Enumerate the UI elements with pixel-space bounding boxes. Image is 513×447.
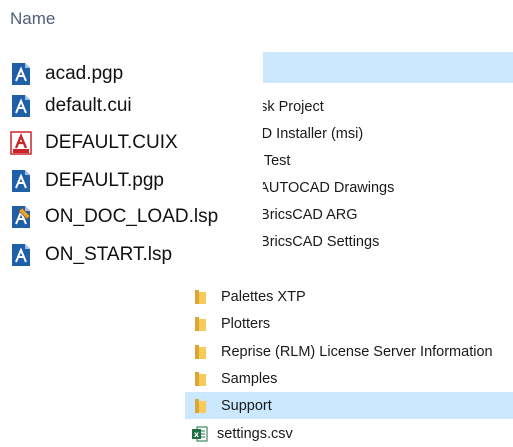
file-row-default-cui[interactable]: default.cui [10,90,132,122]
lisp-file-icon [12,206,31,228]
file-label: default.cui [45,95,132,116]
folder-label: Plotters [221,315,271,332]
list-item[interactable]: : BricsCAD Settings [252,230,379,254]
excel-file-icon: x [192,426,208,442]
foreground-file-list: Name acad.pgp default.cui DEFAULT.CUIX D… [0,0,263,283]
svg-text:x: x [194,430,200,439]
autocad-file-icon [12,244,30,266]
folder-row-reprise[interactable]: Reprise (RLM) License Server Information [185,338,513,365]
file-row-on-start-lsp[interactable]: ON_START.lsp [10,239,172,271]
autocad-file-icon [12,63,30,85]
folder-label: Reprise (RLM) License Server Information [221,343,493,360]
file-label: settings.csv [217,425,293,442]
file-label: DEFAULT.pgp [45,170,164,191]
file-label: acad.pgp [45,63,124,84]
folder-icon [195,344,207,360]
file-row-on-doc-load-lsp[interactable]: ON_DOC_LOAD.lsp [10,201,218,233]
file-row-default-cuix[interactable]: DEFAULT.CUIX [10,127,178,159]
folder-label: Samples [221,370,278,387]
autocad-cuix-icon [10,131,32,155]
folder-row-support[interactable]: Support [185,392,513,419]
file-label: ON_DOC_LOAD.lsp [45,206,219,227]
column-header-name[interactable]: Name [10,9,55,29]
folder-icon [195,371,207,387]
folder-icon [195,289,207,305]
folder-label: Palettes XTP [221,288,306,305]
file-label: DEFAULT.CUIX [45,132,178,153]
file-row-settings-csv[interactable]: x settings.csv [185,420,513,447]
file-row-acad-pgp[interactable]: acad.pgp [10,58,123,90]
list-item[interactable]: AD Installer (msi) [252,122,363,146]
folder-icon [195,316,207,332]
folder-label: Support [221,397,272,414]
autocad-file-icon [12,170,30,192]
folder-row-plotters[interactable]: Plotters [185,310,513,337]
list-item[interactable]: : BricsCAD ARG [252,203,358,227]
folder-row-palettes-xtp[interactable]: Palettes XTP [185,283,513,310]
file-label: ON_START.lsp [45,244,173,265]
list-item[interactable]: I AUTOCAD Drawings [252,176,394,200]
file-row-default-pgp[interactable]: DEFAULT.pgp [10,165,164,197]
autocad-file-icon [12,95,30,117]
folder-row-samples[interactable]: Samples [185,365,513,392]
folder-icon [195,398,207,414]
